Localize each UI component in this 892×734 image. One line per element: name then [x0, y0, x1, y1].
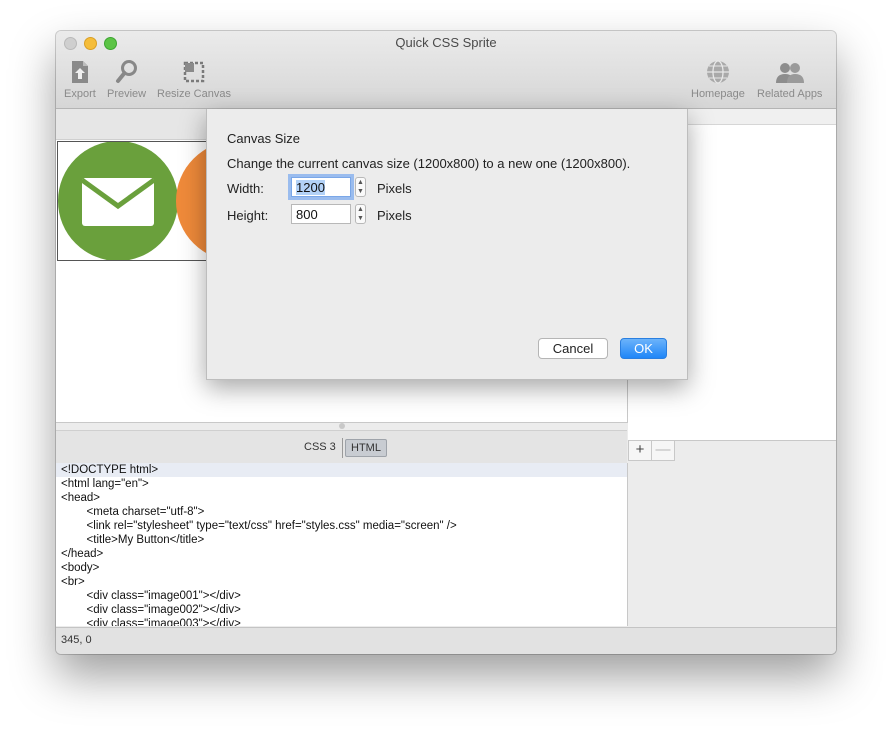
- width-label: Width:: [227, 181, 264, 196]
- code-line: <head>: [61, 492, 101, 504]
- code-line: <br>: [61, 576, 85, 588]
- code-line: <body>: [61, 562, 100, 574]
- sprite-images: [58, 142, 210, 260]
- height-label: Height:: [227, 208, 269, 223]
- width-stepper[interactable]: ▲ ▼: [355, 177, 366, 197]
- ok-button[interactable]: OK: [620, 338, 667, 359]
- homepage-button[interactable]: Homepage: [691, 59, 745, 100]
- code-line: <meta charset="utf-8">: [61, 506, 205, 518]
- people-icon: [775, 63, 804, 83]
- width-value: 1200: [296, 180, 325, 195]
- tab-html[interactable]: HTML: [345, 439, 387, 457]
- cancel-button[interactable]: Cancel: [538, 338, 608, 359]
- preview-button[interactable]: Preview: [107, 59, 146, 100]
- code-line: <div class="image002"></div>: [61, 604, 241, 616]
- split-view-handle[interactable]: [339, 423, 345, 429]
- resize-canvas-button[interactable]: Resize Canvas: [157, 59, 231, 100]
- export-label: Export: [64, 88, 96, 100]
- globe-icon: [706, 60, 729, 84]
- magnifier-icon: [115, 60, 137, 83]
- code-editor[interactable]: <!DOCTYPE html> <html lang="en"> <head> …: [56, 463, 628, 626]
- code-tab-bar: CSS 3 HTML: [56, 430, 627, 465]
- homepage-label: Homepage: [691, 88, 745, 100]
- window-title: Quick CSS Sprite: [395, 35, 497, 50]
- related-apps-label: Related Apps: [757, 88, 823, 100]
- export-button[interactable]: Export: [64, 59, 96, 100]
- height-field[interactable]: 800: [291, 204, 351, 224]
- canvas-size-dialog: Canvas Size Change the current canvas si…: [206, 109, 688, 380]
- preview-label: Preview: [107, 88, 147, 100]
- remove-sprite-button[interactable]: —: [651, 440, 675, 461]
- height-value: 800: [296, 207, 318, 222]
- orange-circle-icon: [176, 146, 210, 256]
- code-line: </head>: [61, 548, 104, 560]
- height-unit-label: Pixels: [377, 208, 412, 223]
- export-icon: [71, 61, 88, 83]
- dialog-message: Change the current canvas size (1200x800…: [227, 156, 631, 171]
- sprite-image-box[interactable]: [57, 141, 211, 261]
- code-line: <link rel="stylesheet" type="text/css" h…: [61, 520, 457, 532]
- related-apps-button[interactable]: Related Apps: [757, 59, 822, 100]
- height-stepper[interactable]: ▲ ▼: [355, 204, 366, 224]
- width-field[interactable]: 1200: [291, 177, 351, 197]
- resize-canvas-label: Resize Canvas: [157, 88, 231, 100]
- code-line: <title>My Button</title>: [61, 534, 205, 546]
- app-window: Quick CSS Sprite Export Preview Resize C…: [56, 31, 836, 654]
- titlebar-toolbar: Quick CSS Sprite Export Preview Resize C…: [56, 31, 836, 109]
- tab-divider: [342, 438, 343, 458]
- resize-canvas-icon: [183, 61, 205, 83]
- code-line: <div class="image001"></div>: [61, 590, 241, 602]
- cursor-coordinates: 345, 0: [61, 634, 92, 646]
- tab-css3[interactable]: CSS 3: [299, 439, 341, 455]
- code-line: <!DOCTYPE html>: [56, 463, 627, 477]
- status-bar: 345, 0: [56, 627, 836, 654]
- code-line: <div class="image003"></div>: [61, 618, 241, 626]
- code-line: <html lang="en">: [61, 478, 149, 490]
- add-sprite-button[interactable]: +: [628, 440, 652, 461]
- dialog-title: Canvas Size: [227, 131, 300, 146]
- width-unit-label: Pixels: [377, 181, 412, 196]
